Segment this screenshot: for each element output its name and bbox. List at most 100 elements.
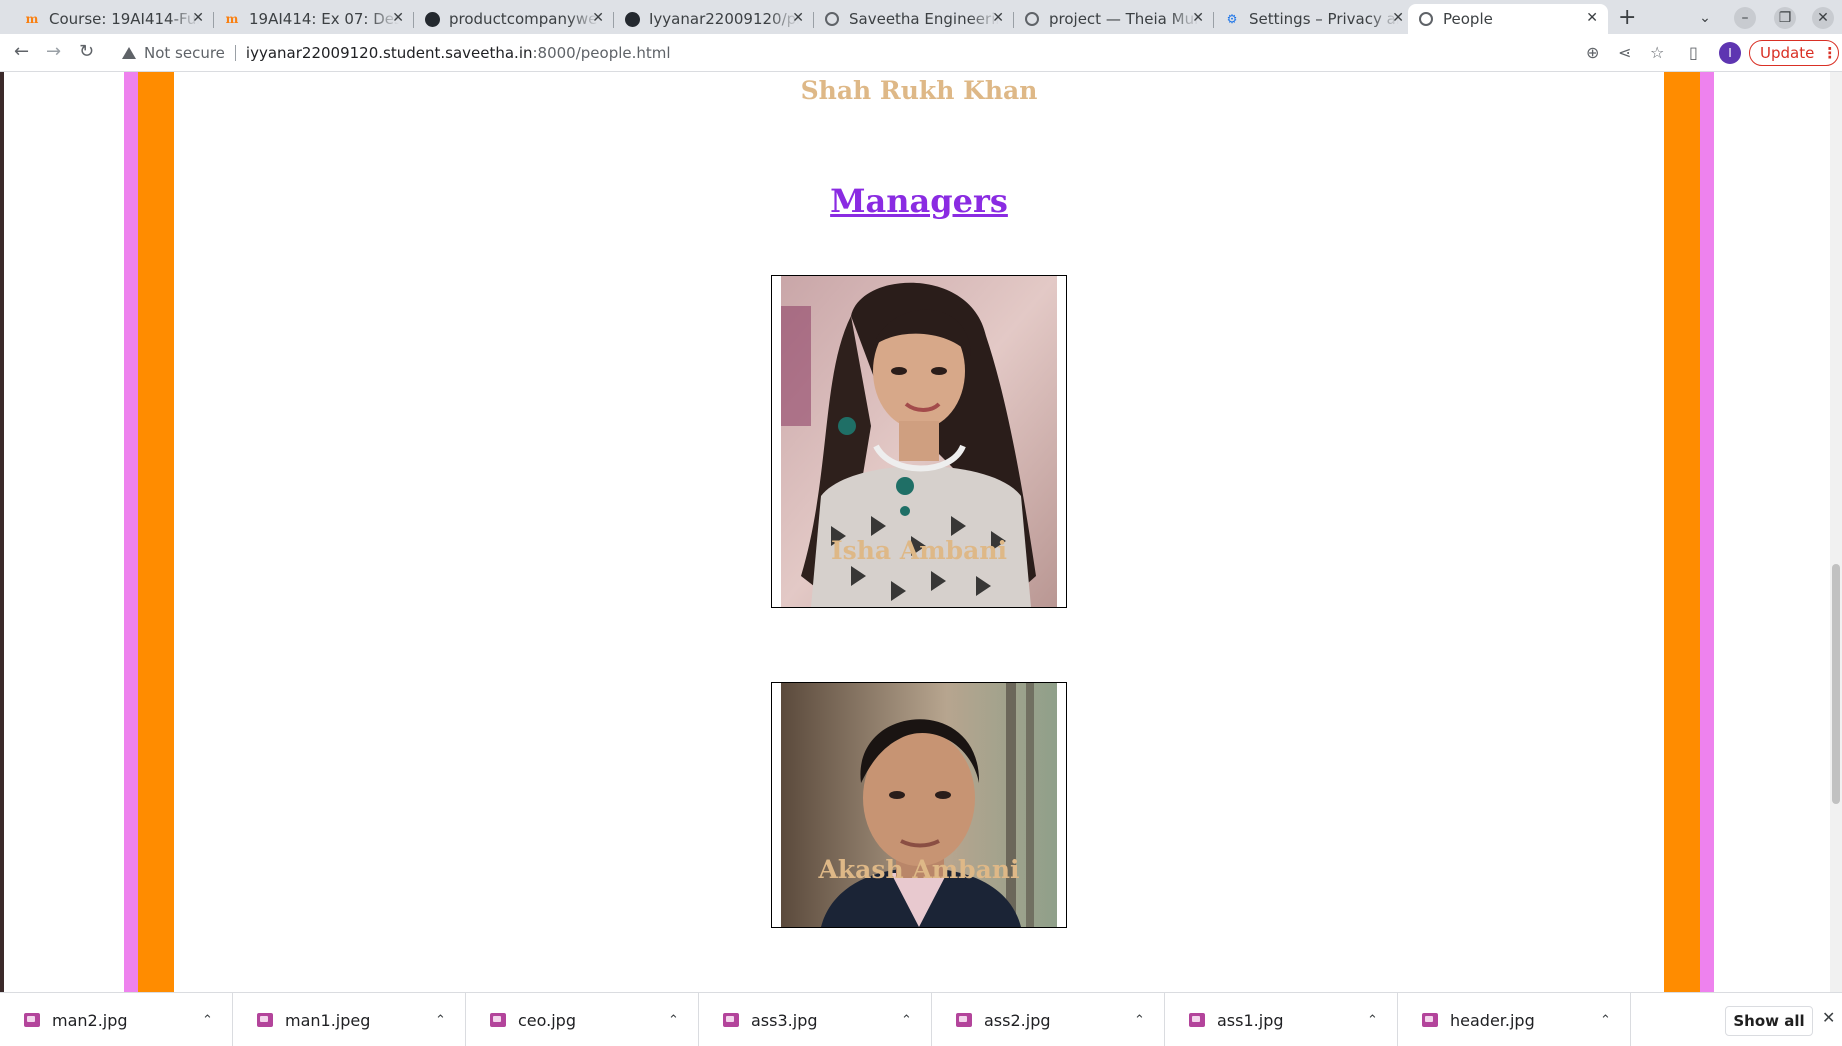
tab-title: 19AI414: Ex 07: Design a website <box>249 10 399 28</box>
left-pink-border <box>124 72 138 992</box>
browser-window: m Course: 19AI414-Fundamentals of Web Ap… <box>0 0 1842 1046</box>
chevron-up-icon[interactable]: ⌃ <box>1134 1013 1145 1028</box>
tab-theia[interactable]: project — Theia Multi-Language Example ✕ <box>1014 4 1214 34</box>
chevron-up-icon[interactable]: ⌃ <box>202 1013 213 1028</box>
tab-course[interactable]: m Course: 19AI414-Fundamentals of Web Ap… <box>14 4 214 34</box>
page-scrollbar[interactable] <box>1830 72 1842 992</box>
new-tab-button[interactable]: + <box>1618 5 1636 30</box>
download-filename: ceo.jpg <box>518 1010 576 1030</box>
tab-search-chevron-icon[interactable]: ⌄ <box>1694 7 1716 29</box>
image-file-icon <box>1422 1013 1438 1027</box>
close-icon[interactable]: ✕ <box>1822 1008 1835 1027</box>
close-icon[interactable]: ✕ <box>792 10 804 26</box>
reload-icon[interactable]: ↻ <box>79 41 94 62</box>
url-host[interactable]: iyyanar22009120.student.saveetha.in <box>246 44 533 62</box>
tab-settings[interactable]: ⚙ Settings – Privacy and security ✕ <box>1214 4 1414 34</box>
download-filename: ass3.jpg <box>751 1010 818 1030</box>
manager-photo-frame <box>771 682 1067 928</box>
person-name: Shah Rukh Khan <box>800 76 1038 105</box>
page-viewport: Shah Rukh Khan Managers Isha Ambani Akas… <box>0 72 1842 992</box>
close-icon[interactable]: ✕ <box>992 10 1004 26</box>
tab-github-product[interactable]: productcompanywebsite ✕ <box>414 4 614 34</box>
download-item[interactable]: ass2.jpg ⌃ <box>932 993 1165 1046</box>
managers-link[interactable]: Managers <box>830 182 1008 220</box>
chevron-up-icon[interactable]: ⌃ <box>1600 1013 1611 1028</box>
avatar[interactable]: I <box>1719 42 1741 64</box>
image-file-icon <box>257 1013 273 1027</box>
tab-title: project — Theia Multi-Language Example <box>1049 10 1199 28</box>
chevron-up-icon[interactable]: ⌃ <box>901 1013 912 1028</box>
close-window-button[interactable]: ✕ <box>1812 7 1834 29</box>
more-menu-icon: ⋮ <box>1822 44 1838 62</box>
chevron-up-icon[interactable]: ⌃ <box>668 1013 679 1028</box>
chevron-up-icon[interactable]: ⌃ <box>1367 1013 1378 1028</box>
url-path[interactable]: :8000/people.html <box>533 44 671 62</box>
tab-title: productcompanywebsite <box>449 10 599 28</box>
share-icon[interactable]: ⋖ <box>1618 43 1631 62</box>
download-filename: ass1.jpg <box>1217 1010 1284 1030</box>
image-file-icon <box>956 1013 972 1027</box>
globe-icon <box>1418 11 1434 27</box>
zoom-icon[interactable]: ⊕ <box>1586 43 1599 62</box>
globe-icon <box>1024 11 1040 27</box>
download-item[interactable]: header.jpg ⌃ <box>1398 993 1631 1046</box>
close-icon[interactable]: ✕ <box>192 10 204 26</box>
right-orange-border <box>1664 72 1700 992</box>
moodle-icon: m <box>25 12 39 26</box>
warning-icon[interactable] <box>122 47 136 59</box>
browser-toolbar: ← → ↻ Not secure iyyanar22009120.student… <box>0 34 1842 72</box>
manager-name: Isha Ambani <box>830 536 1008 565</box>
chevron-up-icon[interactable]: ⌃ <box>435 1013 446 1028</box>
bookmark-star-icon[interactable]: ☆ <box>1650 43 1664 62</box>
minimize-button[interactable]: – <box>1734 7 1756 29</box>
show-all-button[interactable]: Show all <box>1725 1006 1813 1036</box>
tab-title: Saveetha Engineering College <box>849 10 999 28</box>
moodle-icon: m <box>225 12 239 26</box>
globe-icon <box>824 11 840 27</box>
right-pink-border <box>1700 72 1714 992</box>
github-icon <box>624 11 640 27</box>
tab-saveetha[interactable]: Saveetha Engineering College ✕ <box>814 4 1014 34</box>
download-shelf: man2.jpg ⌃ man1.jpeg ⌃ ceo.jpg ⌃ ass3.jp… <box>0 992 1842 1046</box>
tab-ex07[interactable]: m 19AI414: Ex 07: Design a website ✕ <box>214 4 414 34</box>
close-icon[interactable]: ✕ <box>1192 10 1204 26</box>
window-edge <box>0 72 4 992</box>
close-icon[interactable]: ✕ <box>1392 10 1404 26</box>
back-arrow-icon[interactable]: ← <box>14 41 29 62</box>
github-icon <box>424 11 440 27</box>
address-bar[interactable]: Not secure iyyanar22009120.student.savee… <box>112 37 1612 69</box>
update-button[interactable]: Update ⋮ <box>1749 40 1839 66</box>
download-filename: man2.jpg <box>52 1010 128 1030</box>
restore-button[interactable]: ❐ <box>1774 7 1796 29</box>
download-filename: man1.jpeg <box>285 1010 371 1030</box>
download-item[interactable]: ceo.jpg ⌃ <box>466 993 699 1046</box>
update-label: Update <box>1760 44 1815 62</box>
tab-strip: m Course: 19AI414-Fundamentals of Web Ap… <box>0 0 1842 34</box>
download-item[interactable]: ass3.jpg ⌃ <box>699 993 932 1046</box>
close-icon[interactable]: ✕ <box>592 10 604 26</box>
gear-icon: ⚙ <box>1226 12 1238 26</box>
manager-photo-akash <box>781 683 1057 927</box>
scrollbar-thumb[interactable] <box>1832 564 1840 804</box>
image-file-icon <box>24 1013 40 1027</box>
image-file-icon <box>1189 1013 1205 1027</box>
close-icon[interactable]: ✕ <box>392 10 404 26</box>
tab-github-repo[interactable]: Iyyanar22009120/productcompanywebsite ✕ <box>614 4 814 34</box>
download-item[interactable]: man1.jpeg ⌃ <box>233 993 466 1046</box>
download-item[interactable]: ass1.jpg ⌃ <box>1165 993 1398 1046</box>
forward-arrow-icon[interactable]: → <box>46 41 61 62</box>
image-file-icon <box>490 1013 506 1027</box>
download-filename: ass2.jpg <box>984 1010 1051 1030</box>
download-item[interactable]: man2.jpg ⌃ <box>0 993 233 1046</box>
tab-people[interactable]: People ✕ <box>1408 4 1608 34</box>
not-secure-label[interactable]: Not secure <box>144 44 225 62</box>
tab-title: Settings – Privacy and security <box>1249 10 1399 28</box>
tab-title: Course: 19AI414-Fundamentals of Web Appl… <box>49 10 199 28</box>
tab-title: People <box>1443 10 1493 28</box>
side-panel-icon[interactable]: ▯ <box>1689 43 1698 62</box>
manager-name: Akash Ambani <box>818 855 1020 884</box>
close-icon[interactable]: ✕ <box>1586 10 1598 26</box>
tab-title: Iyyanar22009120/productcompanywebsite <box>649 10 799 28</box>
download-filename: header.jpg <box>1450 1010 1535 1030</box>
image-file-icon <box>723 1013 739 1027</box>
